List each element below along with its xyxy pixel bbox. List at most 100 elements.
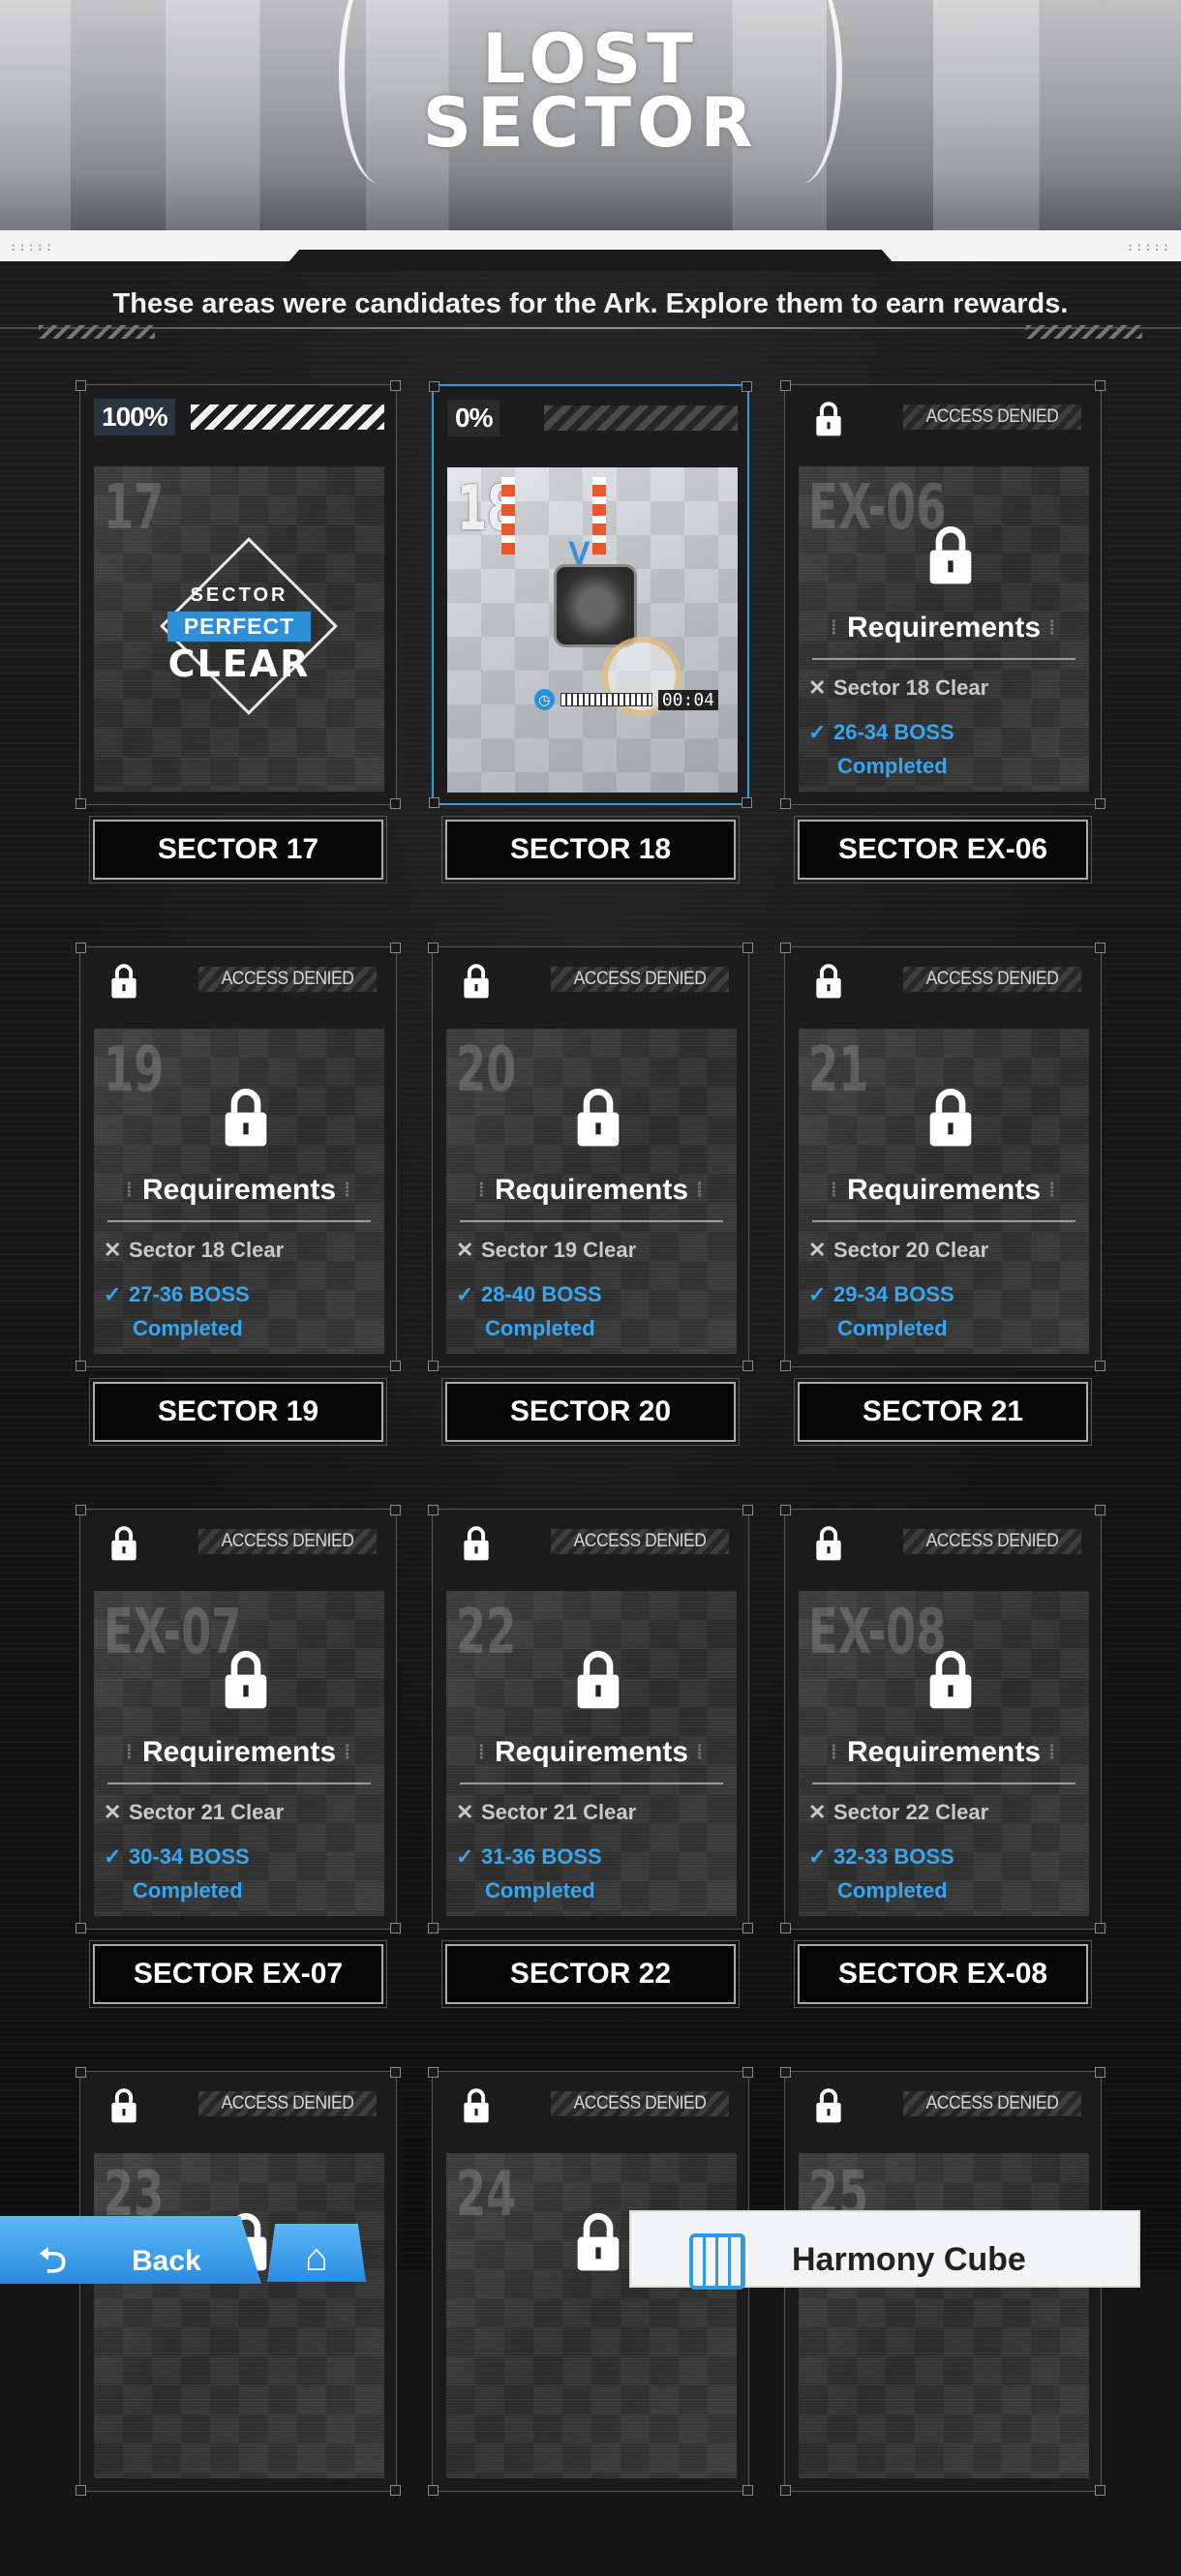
frame-corner (428, 1923, 439, 1933)
sector-name-button[interactable]: SECTOR 19 (89, 1378, 387, 1446)
frame-corner (742, 381, 752, 392)
clock-icon: ◷ (534, 689, 555, 710)
access-denied-label: ACCESS DENIED (551, 967, 729, 992)
check-icon: ✓ (808, 1844, 827, 1869)
frame-corner (780, 943, 791, 953)
dots-decoration: ⁞ (830, 1742, 839, 1764)
sector-card[interactable]: ACCESS DENIED 22 ⁞ Requirements ⁞ ✕ Secto… (428, 1505, 753, 2014)
subtitle-divider (0, 325, 1181, 339)
home-icon: ⌂ (304, 2236, 329, 2279)
frame-corner (1095, 1505, 1105, 1515)
requirements-divider (460, 1220, 723, 1222)
frame-corner (780, 1361, 791, 1371)
sector-card[interactable]: ACCESS DENIED 20 ⁞ Requirements ⁞ ✕ Secto… (428, 943, 753, 1452)
frame-corner (76, 1923, 86, 1933)
frame-corner (1095, 2067, 1105, 2078)
lock-icon (929, 526, 972, 584)
sector-card[interactable]: ACCESS DENIED 24 (428, 2067, 753, 2576)
sector-card[interactable]: ACCESS DENIED 23 (76, 2067, 401, 2576)
sector-card[interactable]: ACCESS DENIED EX-07 ⁞ Requirements ⁞ ✕ Se… (76, 1505, 401, 2014)
sector-name-button[interactable]: SECTOR 17 (89, 816, 387, 884)
home-button[interactable]: ⌂ (267, 2224, 366, 2282)
harmony-cube-button[interactable]: Harmony Cube (629, 2210, 1140, 2290)
frame-corner (76, 1361, 86, 1371)
sector-name-button[interactable]: SECTOR 21 (794, 1378, 1092, 1446)
check-icon: ✓ (456, 1844, 474, 1869)
dots-decoration: ⁞ (344, 1742, 353, 1764)
requirements-divider (460, 1782, 723, 1784)
dots-decoration: ⁞ (1048, 1742, 1058, 1764)
lock-icon (464, 964, 489, 999)
frame-corner (1095, 943, 1105, 953)
back-arrow-icon: ⮌ (39, 2240, 67, 2280)
frame-corner (742, 943, 753, 953)
access-denied-label: ACCESS DENIED (198, 1529, 377, 1554)
unit-figure (554, 564, 637, 647)
requirement-text: Sector 22 Clear (833, 1800, 989, 1824)
card-frame: 100% 17 SECTOR PERFECT CLEAR (76, 380, 401, 809)
sector-name-button[interactable]: SECTOR 22 (441, 1940, 740, 2008)
frame-corner (1095, 1361, 1105, 1371)
check-icon: ✓ (808, 1282, 827, 1306)
sector-card[interactable]: 100% 17 SECTOR PERFECT CLEAR SECTOR 17 (76, 380, 401, 889)
access-denied-label: ACCESS DENIED (903, 2091, 1081, 2116)
progress-percent: 0% (447, 400, 500, 436)
sector-name-button[interactable]: SECTOR EX-08 (794, 1940, 1092, 2008)
requirements-divider (812, 658, 1075, 660)
divider-hatch-right (1026, 325, 1142, 339)
thumbnail-number: 19 (104, 1034, 165, 1106)
card-frame: ACCESS DENIED 22 ⁞ Requirements ⁞ ✕ Secto… (428, 1505, 753, 1933)
requirement-met: ✓ 26-34 BOSS Completed (808, 715, 954, 783)
requirements-divider (107, 1220, 371, 1222)
requirements-label: Requirements (846, 1174, 1042, 1206)
frame-corner (1095, 2485, 1105, 2496)
requirements-label: Requirements (141, 1736, 337, 1768)
sector-thumbnail: 22 ⁞ Requirements ⁞ ✕ Sector 21 Clear ✓ 31… (446, 1591, 737, 1916)
frame-corner (742, 1923, 753, 1933)
sector-name-button[interactable]: SECTOR 18 (441, 816, 740, 884)
dots-decoration: ⁞ (125, 1180, 135, 1202)
access-denied-label: ACCESS DENIED (551, 1529, 729, 1554)
sector-card[interactable]: ACCESS DENIED EX-08 ⁞ Requirements ⁞ ✕ Se… (780, 1505, 1105, 2014)
sector-thumbnail: 19 ⁞ Requirements ⁞ ✕ Sector 18 Clear ✓ 27… (94, 1029, 384, 1354)
requirements-title: ⁞ Requirements ⁞ (818, 1736, 1070, 1769)
requirement-met: ✓ 30-34 BOSS Completed (104, 1840, 250, 1907)
requirement-status: Completed (133, 1878, 243, 1902)
sector-card[interactable]: ACCESS DENIED 21 ⁞ Requirements ⁞ ✕ Secto… (780, 943, 1105, 1452)
page-title: LOST SECTOR (0, 19, 1181, 157)
sector-card[interactable]: 0% 18 V ◷ 00:04 SECTOR 18 (429, 381, 752, 889)
progress-percent: 100% (94, 399, 175, 435)
requirement-text: 30-34 BOSS (129, 1844, 250, 1869)
back-button[interactable]: ⮌ Back (0, 2216, 261, 2284)
requirement-met: ✓ 32-33 BOSS Completed (808, 1840, 954, 1907)
sector-thumbnail: EX-07 ⁞ Requirements ⁞ ✕ Sector 21 Clear … (94, 1591, 384, 1916)
requirement-met: ✓ 31-36 BOSS Completed (456, 1840, 602, 1907)
sector-name-button[interactable]: SECTOR EX-06 (794, 816, 1092, 884)
title-line-1: LOST (482, 19, 699, 99)
sector-name-button[interactable]: SECTOR EX-07 (89, 1940, 387, 2008)
header-banner: LOST SECTOR (0, 0, 1181, 242)
x-icon: ✕ (104, 1238, 122, 1262)
requirements-label: Requirements (846, 1736, 1042, 1768)
requirement-status: Completed (837, 1316, 948, 1340)
lock-icon (577, 1651, 620, 1709)
dots-decoration: ⁞ (830, 1180, 839, 1202)
requirement-text: Sector 21 Clear (481, 1800, 637, 1824)
sector-card[interactable]: ACCESS DENIED EX-06 ⁞ Requirements ⁞ ✕ Se… (780, 380, 1105, 889)
frame-corner (390, 2067, 401, 2078)
requirement-met: ✓ 27-36 BOSS Completed (104, 1277, 250, 1345)
sector-name-button[interactable]: SECTOR 20 (441, 1378, 740, 1446)
lock-icon (929, 1089, 972, 1147)
sector-thumbnail: EX-06 ⁞ Requirements ⁞ ✕ Sector 18 Clear … (799, 466, 1089, 792)
dots-decoration-right: ::::: (1126, 240, 1171, 254)
requirement-unmet: ✕ Sector 18 Clear (808, 675, 988, 701)
requirements-title: ⁞ Requirements ⁞ (818, 612, 1070, 644)
sector-card[interactable]: ACCESS DENIED 19 ⁞ Requirements ⁞ ✕ Secto… (76, 943, 401, 1452)
sector-card[interactable]: ACCESS DENIED 25 (780, 2067, 1105, 2576)
harmony-cube-icon (689, 2233, 745, 2290)
requirements-title: ⁞ Requirements ⁞ (466, 1736, 717, 1769)
lock-icon (111, 2088, 136, 2123)
frame-corner (428, 2067, 439, 2078)
frame-corner (390, 943, 401, 953)
requirement-unmet: ✕ Sector 19 Clear (456, 1238, 636, 1263)
